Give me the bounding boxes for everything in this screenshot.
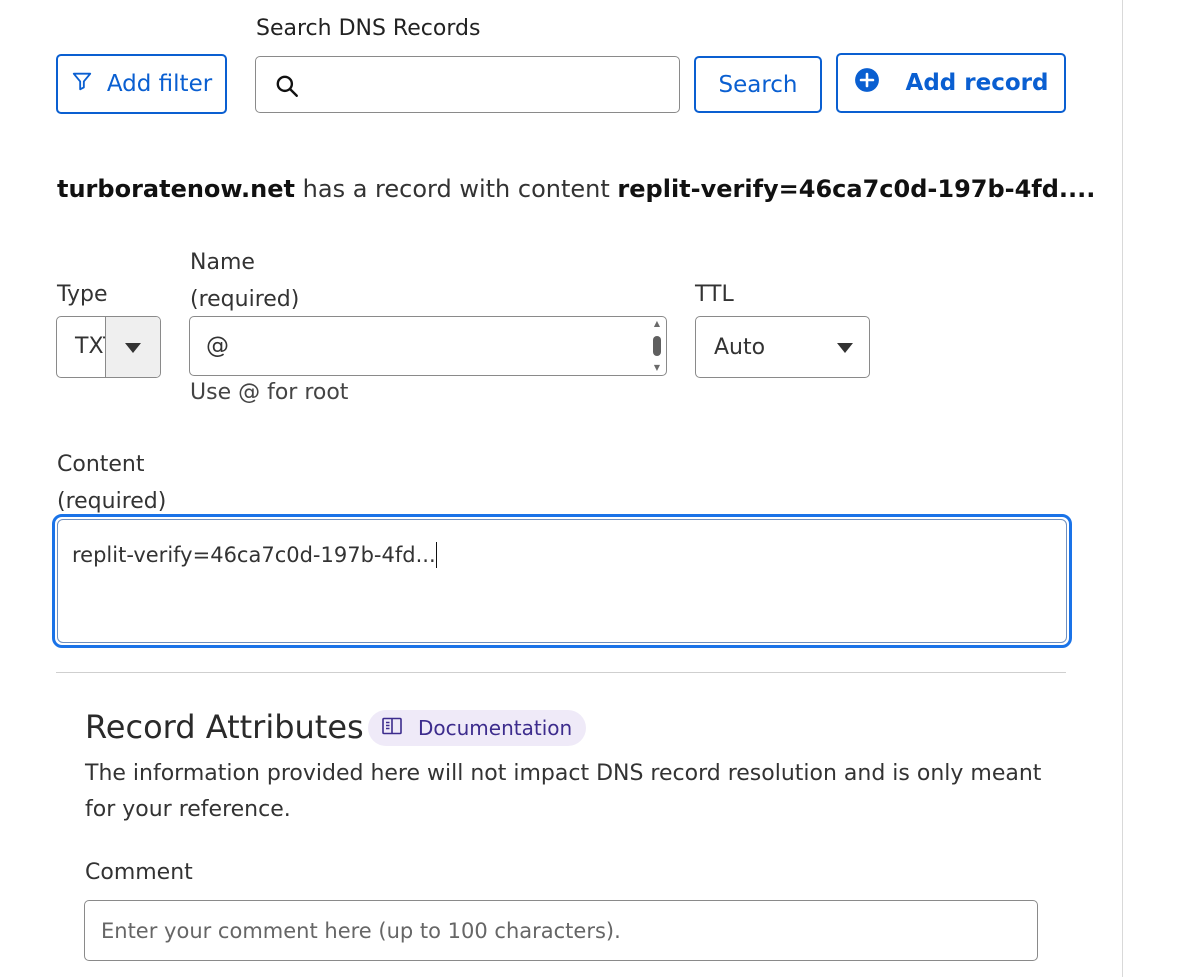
content-label: Content (required) xyxy=(57,446,166,520)
documentation-link[interactable]: Documentation xyxy=(368,710,587,746)
name-field[interactable]: @ ▲ ▼ xyxy=(189,316,667,376)
comment-field[interactable] xyxy=(84,900,1038,961)
caret-down-icon xyxy=(125,338,141,357)
scroll-up-icon[interactable]: ▲ xyxy=(654,320,660,328)
name-value: @ xyxy=(206,333,229,359)
search-button[interactable]: Search xyxy=(694,56,822,113)
comment-label: Comment xyxy=(85,860,193,885)
right-panel-divider xyxy=(1122,0,1123,977)
type-select[interactable]: TXT xyxy=(56,316,161,378)
search-icon xyxy=(274,73,300,103)
content-textarea[interactable]: replit-verify=46ca7c0d-197b-4fd... xyxy=(52,514,1072,648)
search-input[interactable] xyxy=(300,72,679,97)
add-record-button[interactable]: Add record xyxy=(836,53,1066,113)
ttl-label: TTL xyxy=(695,282,734,307)
name-hint: Use @ for root xyxy=(190,380,349,405)
name-label: Name (required) xyxy=(190,244,299,318)
summary-text: has a record with content xyxy=(302,175,610,203)
content-textarea-inner[interactable]: replit-verify=46ca7c0d-197b-4fd... xyxy=(57,519,1067,643)
name-label-text: Name xyxy=(190,250,255,275)
scroll-down-icon[interactable]: ▼ xyxy=(654,364,660,372)
add-record-label: Add record xyxy=(905,70,1049,96)
caret-down-icon xyxy=(837,338,853,357)
content-value: replit-verify=46ca7c0d-197b-4fd... xyxy=(72,543,436,567)
type-label: Type xyxy=(57,282,108,307)
add-filter-button[interactable]: Add filter xyxy=(56,54,227,114)
search-label: Search DNS Records xyxy=(256,16,481,41)
type-dropdown-toggle[interactable] xyxy=(105,317,160,377)
ttl-value: Auto xyxy=(714,334,766,360)
filter-icon xyxy=(71,70,93,98)
comment-input[interactable] xyxy=(101,918,1037,943)
search-button-label: Search xyxy=(718,71,798,98)
summary-domain: turboratenow.net xyxy=(57,175,296,203)
record-attributes-description: The information provided here will not i… xyxy=(85,761,1042,822)
plus-circle-icon xyxy=(854,67,880,99)
summary-content: replit-verify=46ca7c0d-197b-4fd.... xyxy=(617,175,1096,203)
record-summary: turboratenow.net has a record with conte… xyxy=(57,175,1095,203)
search-input-wrapper[interactable] xyxy=(255,56,680,113)
text-cursor xyxy=(435,542,438,568)
documentation-label: Documentation xyxy=(418,716,573,740)
type-value: TXT xyxy=(75,334,105,359)
name-label-required: (required) xyxy=(190,287,300,312)
name-field-scrollbar[interactable]: ▲ ▼ xyxy=(650,320,664,372)
section-divider xyxy=(56,672,1066,673)
content-label-text: Content xyxy=(57,452,145,477)
add-filter-label: Add filter xyxy=(106,71,213,97)
book-icon xyxy=(382,716,402,740)
scroll-thumb[interactable] xyxy=(653,336,661,356)
record-attributes-title: Record Attributes xyxy=(85,708,364,746)
ttl-select[interactable]: Auto xyxy=(695,316,870,378)
